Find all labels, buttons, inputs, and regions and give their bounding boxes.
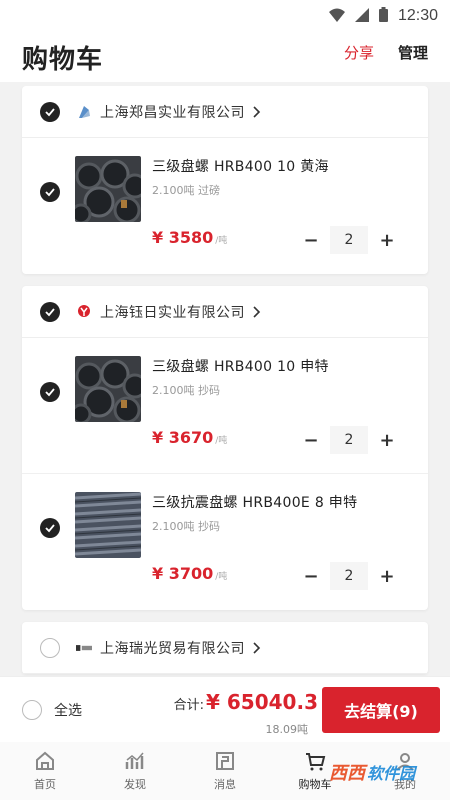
product-price: ¥ 3700/吨	[152, 564, 227, 583]
product-price: ¥ 3580/吨	[152, 228, 227, 247]
increase-button[interactable]: +	[374, 430, 400, 451]
quantity-stepper: − 2 +	[298, 426, 400, 454]
increase-button[interactable]: +	[374, 566, 400, 587]
shop-name[interactable]: 上海瑞光贸易有限公司	[100, 638, 245, 658]
page-title: 购物车	[22, 44, 104, 75]
check-icon	[45, 307, 55, 316]
total-price: 合计: ¥ 65040.3	[174, 690, 318, 714]
shop-header[interactable]: 上海郑昌实业有限公司	[22, 86, 428, 138]
shop-logo-icon	[76, 304, 92, 320]
checkout-bar: 全选 合计: ¥ 65040.3 18.09吨 去结算(9)	[0, 676, 450, 742]
header-actions: 分享 管理	[344, 42, 428, 63]
check-icon	[45, 107, 55, 116]
select-all-checkbox[interactable]	[22, 700, 42, 720]
price-unit: /吨	[215, 572, 228, 582]
quantity-stepper: − 2 +	[298, 562, 400, 590]
watermark-logo: 西西 软件园	[302, 752, 442, 792]
chevron-right-icon[interactable]	[253, 105, 261, 118]
shop-logo-icon	[76, 640, 92, 656]
shop-header[interactable]: 上海瑞光贸易有限公司	[22, 622, 428, 674]
product-spec: 2.100吨 过磅	[152, 184, 220, 197]
tab-label: 发现	[124, 778, 146, 791]
increase-button[interactable]: +	[374, 230, 400, 251]
share-button[interactable]: 分享	[344, 42, 374, 63]
tab-label: 首页	[34, 778, 56, 791]
product-image-coil[interactable]	[75, 356, 141, 422]
check-icon	[45, 524, 55, 533]
signal-icon	[354, 7, 369, 26]
shop-checkbox[interactable]	[40, 301, 60, 322]
cart-list[interactable]: 上海郑昌实业有限公司 三级盘螺 HRB400 10 黄海 2.100吨 过磅 ¥…	[0, 86, 450, 676]
product-image-coil[interactable]	[75, 156, 141, 222]
shop-card: 上海钰日实业有限公司 三级盘螺 HRB400 10 申特 2.100吨 抄码 ¥…	[22, 286, 428, 610]
check-icon	[45, 188, 55, 197]
price-value: ¥ 3700	[152, 564, 214, 583]
total-amount: ¥ 65040.3	[206, 690, 318, 714]
price-value: ¥ 3580	[152, 228, 214, 247]
shop-checkbox[interactable]	[40, 101, 60, 122]
product-image-rebar[interactable]	[75, 492, 141, 558]
message-icon	[216, 752, 234, 770]
shop-checkbox[interactable]	[40, 637, 60, 658]
product-spec: 2.100吨 抄码	[152, 520, 220, 533]
item-checkbox[interactable]	[40, 382, 60, 402]
check-icon	[45, 388, 55, 397]
decrease-button[interactable]: −	[298, 230, 324, 251]
select-all[interactable]: 全选	[22, 700, 82, 720]
quantity-input[interactable]: 2	[330, 426, 368, 454]
home-icon	[36, 751, 54, 770]
decrease-button[interactable]: −	[298, 566, 324, 587]
cart-item[interactable]: 三级抗震盘螺 HRB400E 8 申特 2.100吨 抄码 ¥ 3700/吨 −…	[22, 474, 428, 610]
shop-header[interactable]: 上海钰日实业有限公司	[22, 286, 428, 338]
total-label: 合计:	[173, 698, 205, 713]
shop-card: 上海郑昌实业有限公司 三级盘螺 HRB400 10 黄海 2.100吨 过磅 ¥…	[22, 86, 428, 274]
product-price: ¥ 3670/吨	[152, 428, 227, 447]
price-unit: /吨	[215, 236, 228, 246]
price-unit: /吨	[215, 436, 228, 446]
cart-item[interactable]: 三级盘螺 HRB400 10 申特 2.100吨 抄码 ¥ 3670/吨 − 2…	[22, 338, 428, 474]
select-all-label[interactable]: 全选	[54, 700, 82, 720]
battery-icon	[378, 6, 388, 26]
product-spec: 2.100吨 抄码	[152, 384, 220, 397]
tab-home[interactable]: 首页	[0, 742, 90, 800]
tab-discover[interactable]: 发现	[90, 742, 180, 800]
price-value: ¥ 3670	[152, 428, 214, 447]
quantity-stepper: − 2 +	[298, 226, 400, 254]
checkout-button[interactable]: 去结算(9)	[322, 687, 440, 733]
chevron-right-icon[interactable]	[253, 305, 261, 318]
item-checkbox[interactable]	[40, 518, 60, 538]
product-name[interactable]: 三级盘螺 HRB400 10 申特	[152, 356, 329, 376]
shop-name[interactable]: 上海钰日实业有限公司	[100, 302, 245, 322]
status-bar: 12:30	[0, 0, 450, 32]
page-header: 购物车 分享 管理	[0, 32, 450, 82]
manage-button[interactable]: 管理	[398, 42, 428, 63]
shop-logo-icon	[76, 104, 92, 120]
quantity-input[interactable]: 2	[330, 562, 368, 590]
watermark-part1: 西西	[328, 763, 365, 784]
watermark-part2: 软件园	[366, 764, 415, 783]
shop-name[interactable]: 上海郑昌实业有限公司	[100, 102, 245, 122]
chart-icon	[125, 752, 144, 769]
item-checkbox[interactable]	[40, 182, 60, 202]
tab-messages[interactable]: 消息	[180, 742, 270, 800]
chevron-right-icon[interactable]	[253, 641, 261, 654]
wifi-icon	[328, 7, 345, 26]
shop-card: 上海瑞光贸易有限公司	[22, 622, 428, 674]
product-name[interactable]: 三级盘螺 HRB400 10 黄海	[152, 156, 329, 176]
product-name[interactable]: 三级抗震盘螺 HRB400E 8 申特	[152, 492, 357, 512]
total-weight: 18.09吨	[265, 723, 309, 736]
status-time: 12:30	[397, 7, 438, 24]
quantity-input[interactable]: 2	[330, 226, 368, 254]
tab-label: 消息	[214, 778, 236, 791]
cart-item[interactable]: 三级盘螺 HRB400 10 黄海 2.100吨 过磅 ¥ 3580/吨 − 2…	[22, 138, 428, 274]
decrease-button[interactable]: −	[298, 430, 324, 451]
